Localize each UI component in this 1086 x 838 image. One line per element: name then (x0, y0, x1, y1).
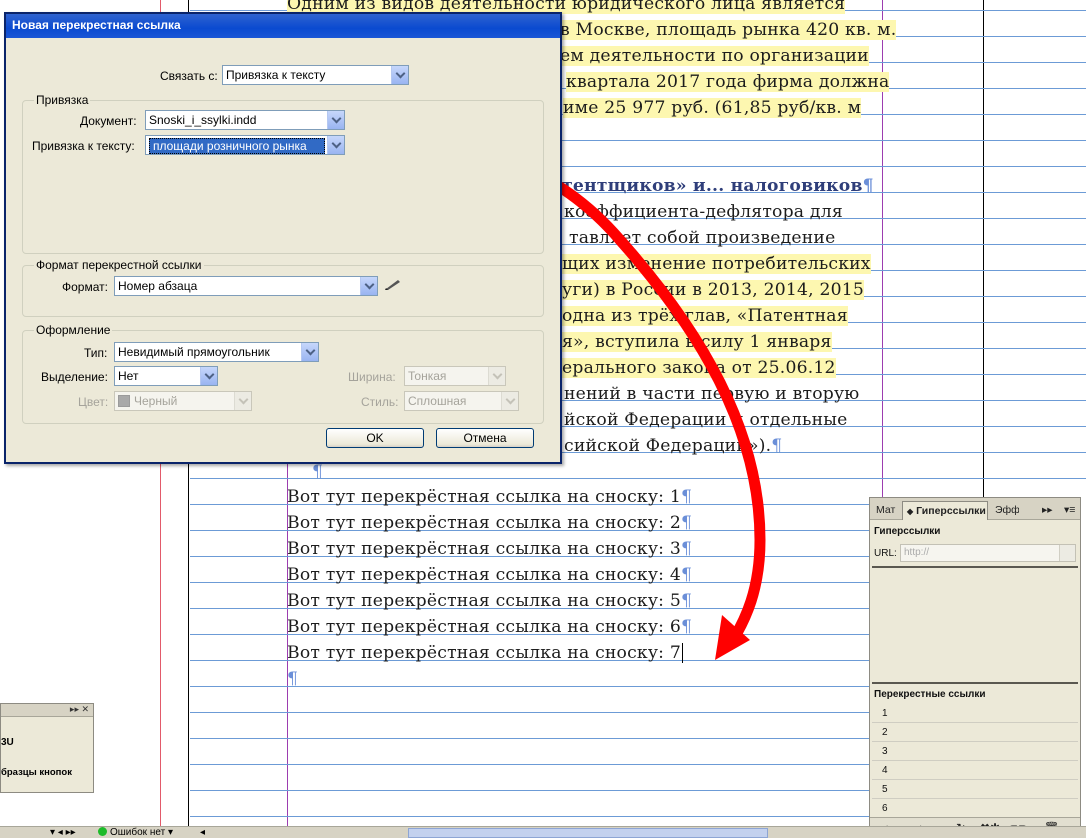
chevron-down-icon[interactable] (200, 367, 217, 385)
chevron-down-icon[interactable] (327, 111, 344, 129)
body-line: тавляет собой произведение (569, 228, 836, 248)
text-anchor-label: Привязка к тексту: (32, 139, 135, 153)
body-line: коэффициента-дефлятора для (564, 202, 843, 222)
xref-line[interactable]: Вот тут перекрёстная ссылка на сноску: 2… (287, 513, 692, 533)
url-input[interactable]: http:// (900, 544, 1076, 562)
link-to-select[interactable]: Привязка к тексту (222, 65, 409, 85)
format-label: Формат: (62, 280, 108, 294)
tab-hyperlinks[interactable]: ◆ Гиперссылки (902, 501, 988, 520)
chevron-down-icon[interactable] (501, 392, 518, 410)
scroll-left-icon[interactable]: ◂ (200, 827, 205, 838)
status-ok-icon (98, 827, 107, 836)
chevron-down-icon[interactable] (1059, 545, 1075, 561)
cancel-button[interactable]: Отмена (436, 428, 534, 448)
hyperlinks-section-title: Гиперссылки (874, 526, 941, 537)
baseline (190, 764, 869, 765)
xref-line[interactable]: Вот тут перекрёстная ссылка на сноску: 7 (287, 643, 683, 663)
baseline (190, 712, 869, 713)
body-line: квартала 2017 года фирма должна (566, 72, 890, 92)
list-item[interactable]: 4 (872, 761, 1078, 780)
highlight-select[interactable]: Нет (114, 366, 218, 386)
body-line: име 25 977 руб. (61,85 руб/кв. м (563, 98, 862, 118)
panel-title: 3U (1, 737, 14, 748)
body-line: уги) в России в 2013, 2014, 2015 (562, 280, 865, 300)
tab-materials[interactable]: Мат (872, 501, 902, 520)
body-line: я», вступила в силу 1 января (562, 332, 832, 352)
xref-line[interactable]: Вот тут перекрёстная ссылка на сноску: 5… (287, 591, 692, 611)
baseline (190, 790, 869, 791)
text-anchor-select[interactable]: площади розничного рынка (145, 135, 345, 155)
width-label: Ширина: (348, 370, 396, 384)
pencil-icon[interactable] (384, 276, 402, 296)
sample-buttons-label[interactable]: бразцы кнопок (1, 767, 72, 778)
document-label: Документ: (80, 114, 137, 128)
tab-effects[interactable]: Эфф (991, 501, 1019, 520)
empty-paragraph-mark: ¶ (287, 669, 299, 689)
link-to-label: Связать с: (160, 69, 218, 83)
chevron-down-icon[interactable] (327, 136, 344, 154)
body-line: йской Федерации и отдельные (564, 410, 848, 430)
panel-menu-icon[interactable]: ▾≡ (1060, 501, 1079, 520)
color-select[interactable]: Черный (114, 391, 252, 411)
baseline (190, 478, 1086, 479)
chevron-down-icon[interactable] (488, 367, 505, 385)
body-line: одна из трёх глав, «Патентная (562, 306, 848, 326)
dialog-title: Новая перекрестная ссылка (6, 14, 560, 38)
body-line: сийской Федерации»).¶ (564, 436, 783, 456)
new-cross-reference-dialog[interactable]: Новая перекрестная ссылка Связать с: При… (4, 12, 562, 464)
list-item[interactable]: 1 (872, 704, 1078, 723)
divider (872, 682, 1078, 684)
hyperlinks-panel[interactable]: Мат ◆ Гиперссылки Эфф ▸▸ ▾≡ Гиперссылки … (869, 497, 1081, 838)
type-select[interactable]: Невидимый прямоугольник (114, 342, 319, 362)
xref-line[interactable]: Вот тут перекрёстная ссылка на сноску: 6… (287, 617, 692, 637)
type-label: Тип: (84, 346, 108, 360)
body-line: щих изменение потребительских (562, 254, 871, 274)
status-bar: ▾ ◂ ▸▸ Ошибок нет ▾ ◂ (0, 826, 1086, 838)
width-select[interactable]: Тонкая (404, 366, 506, 386)
chevron-down-icon[interactable] (234, 392, 251, 410)
body-line: ем деятельности по организации (560, 46, 869, 66)
page-nav-icon[interactable]: ▾ ◂ ▸▸ (50, 827, 76, 838)
format-group-title: Формат перекрестной ссылки (34, 258, 204, 272)
cross-references-list: 1 2 3 4 5 6 (872, 704, 1078, 818)
horizontal-scrollbar[interactable] (408, 828, 768, 838)
preflight-status[interactable]: Ошибок нет ▾ (98, 827, 173, 838)
format-select[interactable]: Номер абзаца (114, 276, 378, 296)
appearance-group-title: Оформление (34, 323, 113, 337)
panel-tab-bar: Мат ◆ Гиперссылки Эфф ▸▸ ▾≡ (870, 498, 1080, 520)
chevron-down-icon[interactable] (301, 343, 318, 361)
collapse-icon[interactable]: ▸▸ (1038, 501, 1057, 520)
body-line: нений в части первую и вторую (564, 384, 860, 404)
chevron-down-icon[interactable] (391, 66, 408, 84)
list-item[interactable]: 5 (872, 780, 1078, 799)
list-item[interactable]: 6 (872, 799, 1078, 818)
chevron-down-icon[interactable] (360, 277, 377, 295)
style-label: Стиль: (361, 395, 399, 409)
anchor-group-title: Привязка (34, 93, 91, 107)
color-label: Цвет: (78, 395, 109, 409)
divider (872, 566, 1078, 568)
document-select[interactable]: Snoski_i_ssylki.indd (145, 110, 345, 130)
empty-paragraph-mark: ¶ (312, 462, 324, 482)
section-heading: тентщиков» и... налоговиков¶ (562, 176, 874, 196)
xref-line[interactable]: Вот тут перекрёстная ссылка на сноску: 4… (287, 565, 692, 585)
list-item[interactable]: 2 (872, 723, 1078, 742)
panel-header: ▸▸ ✕ (1, 704, 93, 717)
xref-line[interactable]: Вот тут перекрёстная ссылка на сноску: 1… (287, 487, 692, 507)
baseline (190, 816, 869, 817)
xref-line[interactable]: Вот тут перекрёстная ссылка на сноску: 3… (287, 539, 692, 559)
highlight-label: Выделение: (41, 370, 108, 384)
list-item[interactable]: 3 (872, 742, 1078, 761)
body-line: ерального закона от 25.06.12 (562, 358, 836, 378)
text-cursor (681, 643, 683, 663)
ok-button[interactable]: OK (326, 428, 424, 448)
page-right-edge (983, 0, 984, 497)
cross-references-section-title: Перекрестные ссылки (874, 689, 986, 700)
color-swatch (118, 395, 130, 407)
baseline (190, 738, 869, 739)
body-line: в Москве, площадь рынка 420 кв. м. (560, 20, 897, 40)
buttons-panel[interactable]: ▸▸ ✕ 3U бразцы кнопок (0, 703, 94, 793)
style-select[interactable]: Сплошная (404, 391, 519, 411)
url-label: URL: (874, 548, 897, 559)
